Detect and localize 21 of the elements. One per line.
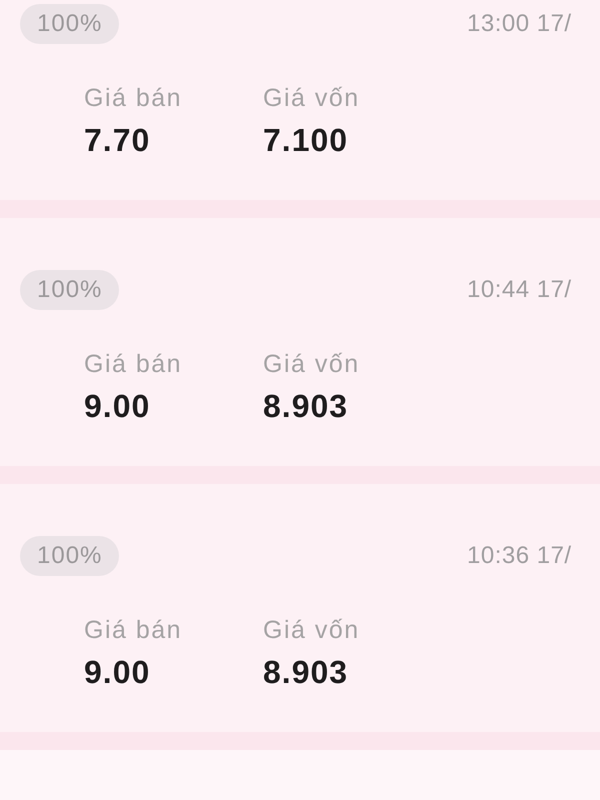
percent-badge: 100% xyxy=(20,270,120,310)
record-card[interactable]: 100% 10:44 17/ Giá bán 9.00 Giá vốn 8.903 xyxy=(0,218,600,466)
price-value: 7.100 xyxy=(263,121,348,159)
timestamp: 13:00 17/ xyxy=(467,10,573,38)
price-label: Giá bán xyxy=(84,83,182,113)
price-label: Giá vốn xyxy=(263,615,360,645)
price-label: Giá bán xyxy=(84,349,182,379)
price-label: Giá bán xyxy=(84,615,182,645)
record-card[interactable]: 100% 13:00 17/ Giá bán 7.70 Giá vốn 7.100 xyxy=(0,0,600,200)
timestamp: 10:36 17/ xyxy=(467,542,573,570)
timestamp: 10:44 17/ xyxy=(467,276,573,304)
price-value: 8.903 xyxy=(263,387,348,425)
record-card[interactable]: 100% 10:36 17/ Giá bán 9.00 Giá vốn 8.903 xyxy=(0,484,600,732)
price-label: Giá vốn xyxy=(263,83,360,113)
price-value: 7.70 xyxy=(84,121,150,159)
price-value: 9.00 xyxy=(84,387,150,425)
price-value: 8.903 xyxy=(263,653,348,691)
percent-badge: 100% xyxy=(20,4,120,44)
price-value: 9.00 xyxy=(84,653,150,691)
percent-badge: 100% xyxy=(20,536,120,576)
price-label: Giá vốn xyxy=(263,349,360,379)
